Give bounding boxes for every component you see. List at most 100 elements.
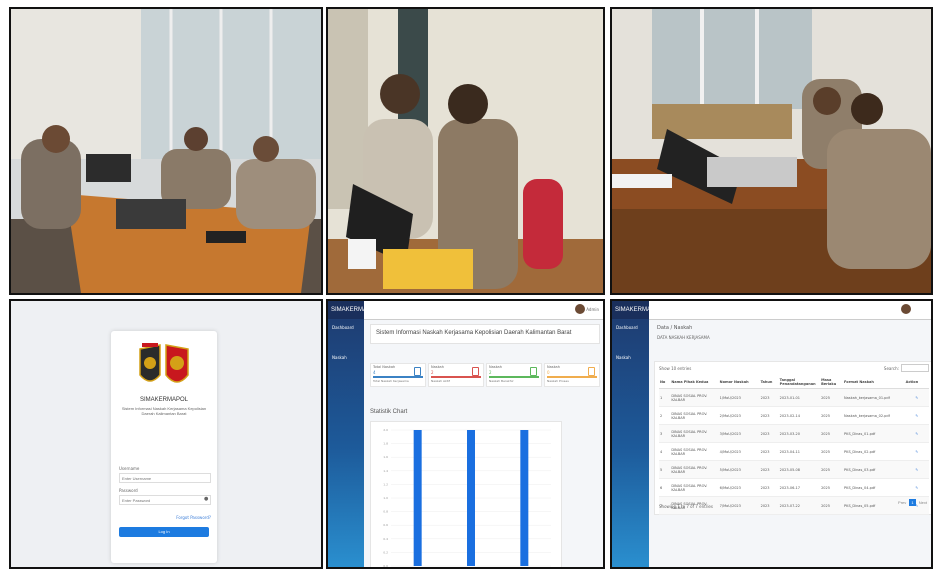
- meeting-photo-1: [9, 7, 323, 295]
- table-cell: 2023: [759, 478, 779, 497]
- table-cell: 5/MoU/2023: [718, 460, 760, 479]
- table-cell: 2023: [759, 388, 779, 407]
- login-button[interactable]: Log In: [119, 527, 209, 537]
- stat-card-title: Total Naskah: [373, 365, 396, 369]
- table-row: 2 DINAS SOSIAL PROV. KALBAR 2/MoU/2023 2023…: [659, 406, 929, 425]
- edit-icon[interactable]: ✎: [904, 442, 929, 461]
- edit-icon[interactable]: ✎: [904, 460, 929, 479]
- table-row: 3 DINAS SOSIAL PROV. KALBAR 3/MoU/2023 2023…: [659, 424, 929, 443]
- edit-icon[interactable]: ✎: [904, 424, 929, 443]
- password-label: Password: [119, 488, 138, 493]
- stat-card-value: 0: [547, 370, 550, 375]
- pager-current[interactable]: 1: [909, 499, 916, 506]
- table-cell: Naskah_kerjasama_02.pdf: [843, 406, 905, 425]
- table-cell: DINAS SOSIAL PROV. KALBAR: [670, 478, 719, 497]
- table-cell: 2025: [820, 496, 844, 515]
- avatar[interactable]: [901, 304, 911, 314]
- table-cell: 2025: [820, 442, 844, 461]
- nav-dashboard[interactable]: Dashboard: [616, 325, 638, 330]
- table-cell: DINAS SOSIAL PROV. KALBAR: [670, 460, 719, 479]
- stat-card-value: 4: [373, 370, 376, 375]
- username-field[interactable]: [119, 473, 211, 483]
- show-entries[interactable]: Show 10 entries: [659, 366, 691, 371]
- sidebar: [612, 301, 649, 567]
- table-row: 4 DINAS SOSIAL PROV. KALBAR 4/MoU/2023 2023…: [659, 442, 929, 461]
- table-cell: 7/MoU/2023: [718, 496, 760, 515]
- y-tick-label: 0.8: [383, 510, 388, 514]
- stat-card-bar: [547, 376, 597, 378]
- login-app-name: SIMAKERMAPOL: [139, 397, 188, 403]
- password-field[interactable]: [119, 495, 211, 505]
- table-cell: 2023-06-17: [778, 478, 821, 497]
- stat-card-foot: Total Naskah Kerjasama: [373, 379, 409, 383]
- column-header[interactable]: Masa Berlaku: [820, 376, 844, 389]
- edit-icon[interactable]: ✎: [904, 478, 929, 497]
- y-tick-label: 1.0: [383, 496, 388, 500]
- table-cell: 6: [659, 478, 671, 497]
- edit-icon[interactable]: ✎: [904, 406, 929, 425]
- column-header[interactable]: No: [659, 376, 671, 389]
- stat-card-title: Naskah: [431, 365, 444, 369]
- clipboard-icon: [414, 367, 421, 376]
- y-tick-label: 0.6: [383, 523, 388, 527]
- table-cell: 3/MoU/2023: [718, 424, 760, 443]
- table-cell: DINAS SOSIAL PROV. KALBAR: [670, 388, 719, 407]
- topbar: [649, 301, 931, 320]
- office-meeting-illustration: [11, 9, 321, 293]
- table-cell: 2025: [820, 406, 844, 425]
- column-header[interactable]: Nama Pihak Kedua: [670, 376, 719, 389]
- police-logo-icon: [139, 343, 189, 383]
- y-tick-label: 0.2: [383, 550, 388, 554]
- eye-icon[interactable]: ●: [204, 496, 208, 502]
- username-label: Username: [119, 466, 140, 471]
- stat-card-bar: [373, 376, 423, 378]
- pager-next[interactable]: Next: [917, 500, 929, 505]
- forgot-password-link[interactable]: Forgot Password?: [176, 515, 211, 520]
- stat-card-bar: [489, 376, 539, 378]
- y-tick-label: 0.0: [383, 564, 388, 568]
- column-header[interactable]: Tanggal Penandatanganan: [778, 376, 821, 389]
- chart-box: 0.0 0.2 0.4 0.6 0.8 1.0 1.2 1.4 1.6 1.8 2.0: [370, 421, 562, 568]
- user-name: Admin: [586, 307, 599, 312]
- topbar: Admin: [364, 301, 603, 320]
- pager-prev[interactable]: Prev: [896, 500, 908, 505]
- table-cell: 2023: [759, 496, 779, 515]
- login-card: SIMAKERMAPOL Sistem Informasi Naskah Ker…: [111, 331, 217, 563]
- column-header[interactable]: Action: [904, 376, 929, 389]
- table-card: Show 10 entries Search: No Nama Pihak Ked…: [654, 361, 931, 515]
- table-cell: 2023-02-14: [778, 406, 821, 425]
- column-header[interactable]: Format Naskah: [843, 376, 905, 389]
- sidebar: [328, 301, 364, 567]
- y-tick-label: 1.2: [383, 482, 388, 486]
- nav-naskah[interactable]: Naskah: [332, 355, 347, 360]
- pager: Prev 1 Next: [896, 499, 929, 506]
- table-cell: DINAS SOSIAL PROV. KALBAR: [670, 424, 719, 443]
- table-cell: 2/MoU/2023: [718, 406, 760, 425]
- table-cell: PKS_Dinas_01.pdf: [843, 424, 905, 443]
- bar-chart: 0.0 0.2 0.4 0.6 0.8 1.0 1.2 1.4 1.6 1.8 2.0: [383, 428, 551, 568]
- brand: SIMAKERMAPOL: [328, 301, 379, 319]
- search-input[interactable]: [901, 364, 929, 372]
- y-tick-label: 1.4: [383, 469, 388, 473]
- table-cell: 2025: [820, 460, 844, 479]
- table-header-row: No Nama Pihak Kedua Nomor Naskah Tahun Tangg…: [659, 376, 929, 389]
- table-cell: 2023-01-01: [778, 388, 821, 407]
- column-header[interactable]: Tahun: [759, 376, 779, 389]
- stat-card-value: 2: [431, 370, 434, 375]
- nav-naskah[interactable]: Naskah: [616, 355, 631, 360]
- table-cell: 2023: [759, 442, 779, 461]
- edit-icon[interactable]: ✎: [904, 388, 929, 407]
- column-header[interactable]: Nomor Naskah: [718, 376, 760, 389]
- nav-dashboard[interactable]: Dashboard: [332, 325, 354, 330]
- data-table: No Nama Pihak Kedua Nomor Naskah Tahun Tangg…: [659, 376, 929, 515]
- table-cell: 2023-03-20: [778, 424, 821, 443]
- stat-card: Naskah 2 Naskah Berakhir: [486, 363, 542, 387]
- table-cell: 2023: [759, 406, 779, 425]
- stat-card: Naskah 2 Naskah Aktif: [428, 363, 484, 387]
- table-cell: 2023-07-22: [778, 496, 821, 515]
- table-cell: 5: [659, 460, 671, 479]
- avatar[interactable]: [575, 304, 585, 314]
- table-cell: PKS_Dinas_04.pdf: [843, 478, 905, 497]
- interview-illustration: [328, 9, 603, 293]
- stat-card-foot: Naskah Berakhir: [489, 379, 514, 383]
